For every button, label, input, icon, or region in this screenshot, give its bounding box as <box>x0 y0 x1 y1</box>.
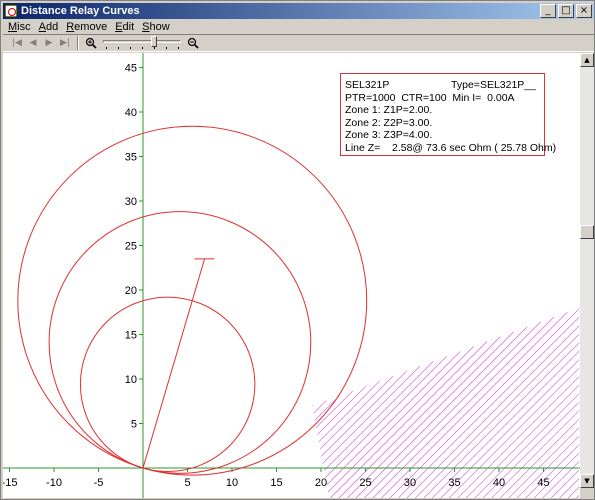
minimize-button[interactable]: _ <box>540 4 556 18</box>
size-grip[interactable] <box>580 488 594 498</box>
y-tick-label: 40 <box>125 107 137 119</box>
x-tick-label: 45 <box>537 477 549 489</box>
y-tick-label: 30 <box>125 196 137 208</box>
zoom-slider[interactable] <box>103 36 181 50</box>
scroll-up-button[interactable]: ▲ <box>580 53 594 67</box>
relay-info-box: SEL321P Type=SEL321P__ PTR=1000 CTR=100 … <box>340 73 557 156</box>
x-tick-label: 30 <box>404 477 416 489</box>
y-tick-label: 35 <box>125 152 137 164</box>
relay-plot[interactable]: -15 -10 -5 5 10 15 20 25 30 35 40 45 45 40 35 30 25 20 15 1… <box>3 53 580 498</box>
close-button[interactable]: × <box>576 4 592 18</box>
menu-remove[interactable]: Remove <box>61 21 110 33</box>
last-record-icon[interactable]: ▶| <box>57 36 73 50</box>
zoom-slider-thumb[interactable] <box>150 36 157 47</box>
zoom-tick <box>106 47 107 49</box>
zoom-tick <box>154 47 155 49</box>
zoom-tick <box>118 47 119 49</box>
y-tick-label: 10 <box>125 374 137 386</box>
load-region-hatch <box>312 307 580 498</box>
relay-type: Type=SEL321P__ <box>451 79 536 91</box>
y-tick-label: 15 <box>125 330 137 342</box>
x-tick-label: 25 <box>359 477 371 489</box>
maximize-button[interactable]: □ <box>558 4 574 18</box>
zoom-tick <box>166 47 167 49</box>
app-window: Distance Relay Curves _ □ × Misc Add Rem… <box>0 0 595 500</box>
zoom-tick <box>142 47 143 49</box>
x-tick-label: 35 <box>448 477 460 489</box>
x-tick-label: -15 <box>3 477 17 489</box>
menu-misc[interactable]: Misc <box>3 21 34 33</box>
zoom-tick <box>178 47 179 49</box>
previous-record-icon[interactable]: ◀ <box>25 36 41 50</box>
menu-add[interactable]: Add <box>34 21 62 33</box>
app-icon[interactable] <box>5 5 17 17</box>
first-record-icon[interactable]: |◀ <box>9 36 25 50</box>
y-tick-label: 5 <box>131 419 137 431</box>
title-bar[interactable]: Distance Relay Curves _ □ × <box>3 3 594 19</box>
relay-ratios: PTR=1000 CTR=100 Min I= 0.00A <box>345 91 515 104</box>
y-tick-label: 20 <box>125 285 137 297</box>
zone3-setting: Zone 3: Z3P=4.00. <box>345 129 433 142</box>
menu-show[interactable]: Show <box>137 21 173 33</box>
x-tick-label: -10 <box>46 477 62 489</box>
scroll-down-button[interactable]: ▼ <box>580 474 594 488</box>
zoom-tick <box>130 47 131 49</box>
toolbar: |◀ ◀ ▶ ▶| <box>3 34 594 52</box>
x-tick-label: 40 <box>493 477 505 489</box>
zone2-setting: Zone 2: Z2P=3.00. <box>345 116 433 129</box>
x-tick-label: 15 <box>270 477 282 489</box>
window-title: Distance Relay Curves <box>21 5 140 17</box>
y-tick-label: 25 <box>125 241 137 253</box>
next-record-icon[interactable]: ▶ <box>41 36 57 50</box>
line-impedance: Line Z= 2.58@ 73.6 sec Ohm ( 25.78 Ohm) <box>345 141 557 154</box>
zoom-in-icon[interactable] <box>83 36 99 50</box>
menu-edit[interactable]: Edit <box>110 21 137 33</box>
x-tick-label: -5 <box>94 477 104 489</box>
x-tick-label: 5 <box>184 477 190 489</box>
toolbar-separator <box>77 36 79 50</box>
scrollbar-thumb[interactable] <box>580 225 594 239</box>
zone1-setting: Zone 1: Z1P=2.00. <box>345 104 433 117</box>
zoom-out-icon[interactable] <box>185 36 201 50</box>
x-tick-label: 20 <box>315 477 327 489</box>
x-tick-label: 10 <box>226 477 238 489</box>
y-tick-label: 45 <box>125 63 137 75</box>
line-impedance-segment <box>142 258 206 469</box>
relay-name: SEL321P <box>345 79 390 91</box>
menu-bar: Misc Add Remove Edit Show <box>3 20 594 34</box>
vertical-scrollbar[interactable]: ▲ ▼ <box>580 53 594 488</box>
